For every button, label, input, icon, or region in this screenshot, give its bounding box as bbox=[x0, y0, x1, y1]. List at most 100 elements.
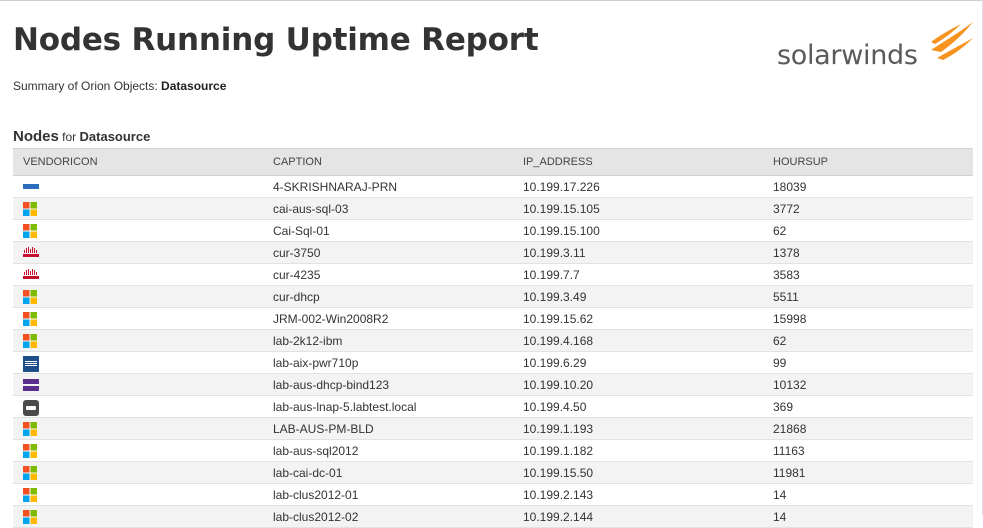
hoursup-cell: 1378 bbox=[763, 241, 973, 264]
logo-flame-icon bbox=[931, 22, 973, 60]
caption-cell: lab-clus2012-01 bbox=[263, 483, 513, 506]
nodes-table: VENDORICON CAPTION IP_ADDRESS HOURSUP 4-… bbox=[13, 148, 973, 528]
caption-cell: JRM-002-Win2008R2 bbox=[263, 307, 513, 330]
windows-icon bbox=[23, 465, 39, 480]
windows-icon bbox=[23, 443, 39, 458]
table-row: LAB-AUS-PM-BLD 10.199.1.193 21868 bbox=[13, 417, 973, 440]
column-header-ip-address[interactable]: IP_ADDRESS bbox=[513, 148, 763, 176]
summary-label: Summary of Orion Objects: bbox=[13, 79, 162, 93]
hoursup-cell: 11981 bbox=[763, 461, 973, 484]
table-row: lab-clus2012-02 10.199.2.144 14 bbox=[13, 505, 973, 528]
ip-address-cell: 10.199.1.193 bbox=[513, 417, 763, 440]
table-row: cai-aus-sql-03 10.199.15.105 3772 bbox=[13, 197, 973, 220]
vendor-icon-cell bbox=[13, 175, 263, 198]
caption-cell: LAB-AUS-PM-BLD bbox=[263, 417, 513, 440]
vendor-icon-cell bbox=[13, 219, 263, 242]
vendor-icon-cell bbox=[13, 329, 263, 352]
hoursup-cell: 62 bbox=[763, 219, 973, 242]
caption-cell: lab-cai-dc-01 bbox=[263, 461, 513, 484]
vendor-icon-cell bbox=[13, 439, 263, 462]
windows-icon bbox=[23, 333, 39, 348]
table-row: lab-aus-dhcp-bind123 10.199.10.20 10132 bbox=[13, 373, 973, 396]
ip-address-cell: 10.199.15.62 bbox=[513, 307, 763, 330]
caption-cell: cur-4235 bbox=[263, 263, 513, 286]
windows-icon bbox=[23, 487, 39, 502]
ip-address-cell: 10.199.3.11 bbox=[513, 241, 763, 264]
vmware-icon bbox=[23, 399, 39, 416]
summary-line: Summary of Orion Objects: Datasource bbox=[13, 79, 226, 93]
vendor-icon-cell bbox=[13, 373, 263, 396]
hoursup-cell: 369 bbox=[763, 395, 973, 418]
table-row: lab-2k12-ibm 10.199.4.168 62 bbox=[13, 329, 973, 352]
hoursup-cell: 14 bbox=[763, 483, 973, 506]
caption-cell: Cai-Sql-01 bbox=[263, 219, 513, 242]
cisco-icon bbox=[23, 246, 39, 260]
caption-cell: lab-aix-pwr710p bbox=[263, 351, 513, 374]
hoursup-cell: 99 bbox=[763, 351, 973, 374]
table-row: 4-SKRISHNARAJ-PRN 10.199.17.226 18039 bbox=[13, 175, 973, 198]
column-header-vendoricon[interactable]: VENDORICON bbox=[13, 148, 263, 176]
ip-address-cell: 10.199.15.50 bbox=[513, 461, 763, 484]
logo-text: solarwinds bbox=[777, 40, 918, 71]
table-row: cur-dhcp 10.199.3.49 5511 bbox=[13, 285, 973, 308]
hoursup-cell: 21868 bbox=[763, 417, 973, 440]
vendor-icon-cell bbox=[13, 351, 263, 374]
ip-address-cell: 10.199.1.182 bbox=[513, 439, 763, 462]
section-title: Nodes bbox=[13, 128, 59, 145]
caption-cell: lab-clus2012-02 bbox=[263, 505, 513, 528]
windows-icon bbox=[23, 289, 39, 304]
hoursup-cell: 5511 bbox=[763, 285, 973, 308]
vendor-icon-cell bbox=[13, 461, 263, 484]
vendor-icon-cell bbox=[13, 285, 263, 308]
table-row: lab-aus-sql2012 10.199.1.182 11163 bbox=[13, 439, 973, 462]
vendor-icon-cell bbox=[13, 417, 263, 440]
ip-address-cell: 10.199.4.168 bbox=[513, 329, 763, 352]
hoursup-cell: 11163 bbox=[763, 439, 973, 462]
ip-address-cell: 10.199.10.20 bbox=[513, 373, 763, 396]
column-header-hoursup[interactable]: HOURSUP bbox=[763, 148, 973, 176]
vendor-icon-cell bbox=[13, 307, 263, 330]
caption-cell: cur-dhcp bbox=[263, 285, 513, 308]
hoursup-cell: 14 bbox=[763, 505, 973, 528]
column-header-caption[interactable]: CAPTION bbox=[263, 148, 513, 176]
table-header-row: VENDORICON CAPTION IP_ADDRESS HOURSUP bbox=[13, 148, 973, 176]
solarwinds-logo: solarwinds bbox=[777, 20, 977, 71]
caption-cell: lab-aus-lnap-5.labtest.local bbox=[263, 395, 513, 418]
hoursup-cell: 15998 bbox=[763, 307, 973, 330]
ip-address-cell: 10.199.17.226 bbox=[513, 175, 763, 198]
ip-address-cell: 10.199.15.105 bbox=[513, 197, 763, 220]
ibm-icon bbox=[23, 355, 39, 372]
vendor-icon-cell bbox=[13, 241, 263, 264]
table-row: cur-4235 10.199.7.7 3583 bbox=[13, 263, 973, 286]
caption-cell: lab-2k12-ibm bbox=[263, 329, 513, 352]
table-row: Cai-Sql-01 10.199.15.100 62 bbox=[13, 219, 973, 242]
windows-icon bbox=[23, 509, 39, 524]
windows-icon bbox=[23, 223, 39, 238]
table-row: lab-clus2012-01 10.199.2.143 14 bbox=[13, 483, 973, 506]
caption-cell: 4-SKRISHNARAJ-PRN bbox=[263, 175, 513, 198]
section-datasource: Datasource bbox=[79, 129, 151, 144]
hoursup-cell: 18039 bbox=[763, 175, 973, 198]
section-heading: Nodes for Datasource bbox=[13, 128, 150, 145]
vendor-icon-cell bbox=[13, 395, 263, 418]
windows-icon bbox=[23, 421, 39, 436]
table-row: lab-cai-dc-01 10.199.15.50 11981 bbox=[13, 461, 973, 484]
caption-cell: lab-aus-dhcp-bind123 bbox=[263, 373, 513, 396]
top-border bbox=[0, 0, 983, 1]
hoursup-cell: 10132 bbox=[763, 373, 973, 396]
table-row: lab-aus-lnap-5.labtest.local 10.199.4.50 3… bbox=[13, 395, 973, 418]
hoursup-cell: 3583 bbox=[763, 263, 973, 286]
hoursup-cell: 3772 bbox=[763, 197, 973, 220]
ip-address-cell: 10.199.2.144 bbox=[513, 505, 763, 528]
caption-cell: lab-aus-sql2012 bbox=[263, 439, 513, 462]
report-title: Nodes Running Uptime Report bbox=[13, 22, 539, 58]
ip-address-cell: 10.199.3.49 bbox=[513, 285, 763, 308]
windows-icon bbox=[23, 201, 39, 216]
dell-icon bbox=[23, 180, 39, 194]
ip-address-cell: 10.199.15.100 bbox=[513, 219, 763, 242]
ip-address-cell: 10.199.4.50 bbox=[513, 395, 763, 418]
table-row: lab-aix-pwr710p 10.199.6.29 99 bbox=[13, 351, 973, 374]
table-row: cur-3750 10.199.3.11 1378 bbox=[13, 241, 973, 264]
windows-icon bbox=[23, 311, 39, 326]
ip-address-cell: 10.199.6.29 bbox=[513, 351, 763, 374]
